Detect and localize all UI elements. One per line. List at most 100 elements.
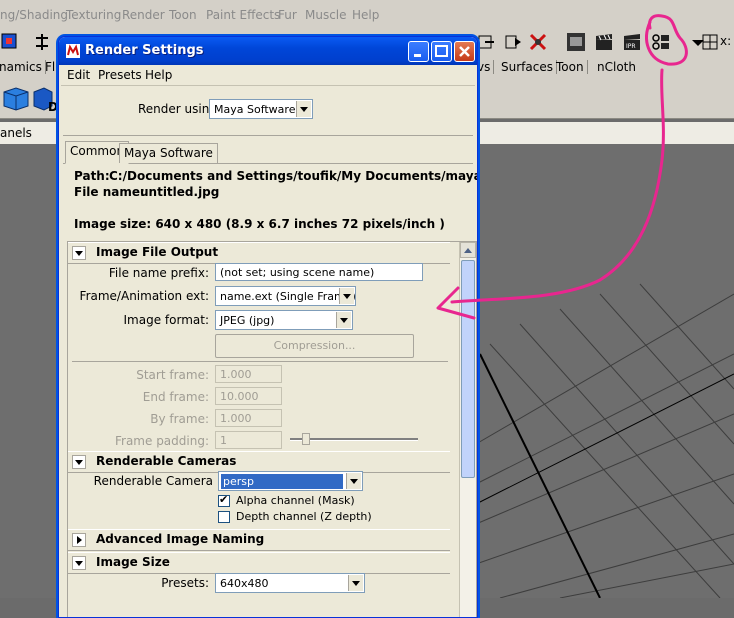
path-label: Path: — [74, 169, 110, 183]
depth-channel-label: Depth channel (Z depth) — [236, 510, 372, 523]
maya-app-icon — [66, 44, 80, 58]
shelf-cube-icon[interactable] — [0, 84, 32, 114]
shelf-tab-dynamics[interactable]: namics — [0, 60, 46, 74]
frame-animation-ext-select[interactable]: name.ext (Single Frame) — [215, 286, 356, 306]
file-name-value: untitled.jpg — [140, 185, 220, 199]
render-using-row: Render using: Maya Software — [63, 89, 473, 136]
section-title: Image Size — [96, 555, 170, 569]
menu-paint-effects[interactable]: Paint Effects — [206, 8, 280, 22]
menu-fur[interactable]: Fur — [278, 8, 297, 22]
coord-label: x: — [720, 34, 732, 48]
render-using-select[interactable]: Maya Software — [209, 99, 313, 119]
renderable-camera-label: Renderable Camera — [93, 474, 213, 488]
window-title: Render Settings — [85, 43, 204, 58]
presets-label: Presets: — [161, 576, 209, 590]
title-bar[interactable]: Render Settings — [59, 37, 477, 65]
frame-padding-label: Frame padding: — [114, 434, 209, 448]
slider-handle — [302, 433, 310, 445]
image-format-value: JPEG (jpg) — [220, 314, 275, 327]
end-frame-label: End frame: — [142, 390, 209, 404]
presets-value: 640x480 — [220, 577, 269, 590]
clapper-icon[interactable] — [594, 32, 614, 52]
vertical-scrollbar[interactable] — [459, 242, 476, 617]
render-stop-icon[interactable] — [528, 32, 548, 52]
image-format-select[interactable]: JPEG (jpg) — [215, 310, 353, 330]
ipr-render-icon[interactable]: IPR — [622, 32, 642, 52]
scroll-thumb[interactable] — [461, 260, 475, 478]
image-format-label: Image format: — [123, 313, 209, 327]
select-icon[interactable] — [0, 32, 20, 52]
output-info: Path: C:/Documents and Settings/toufik/M… — [63, 165, 477, 237]
presets-select[interactable]: 640x480 — [215, 573, 365, 593]
alpha-channel-label: Alpha channel (Mask) — [236, 494, 355, 507]
minimize-button[interactable] — [408, 41, 429, 62]
section-advanced-image-naming[interactable]: Advanced Image Naming — [68, 529, 450, 551]
by-frame-label: By frame: — [150, 412, 209, 426]
maximize-button[interactable] — [431, 41, 452, 62]
start-frame-label: Start frame: — [136, 368, 209, 382]
file-name-label: File name: — [74, 185, 145, 199]
chevron-down-icon — [296, 101, 311, 117]
frame-padding-input: 1 — [215, 431, 282, 449]
menu-presets[interactable]: Presets — [98, 68, 142, 82]
dialog-menubar: Edit Presets Help — [61, 65, 475, 86]
shelf-tab-toon[interactable]: Toon — [553, 60, 588, 74]
section-renderable-cameras[interactable]: Renderable Cameras — [68, 451, 450, 473]
menu-edit[interactable]: Edit — [67, 68, 90, 82]
svg-text:IPR: IPR — [626, 43, 636, 50]
settings-scroll-area[interactable]: Image File Output File name prefix: (not… — [67, 241, 477, 617]
start-frame-input: 1.000 — [215, 365, 282, 383]
panels-menu[interactable]: anels — [0, 126, 32, 140]
minimize-icon — [414, 54, 421, 57]
close-button[interactable] — [454, 41, 475, 62]
lasso-icon[interactable] — [32, 32, 52, 52]
render-settings-icon[interactable] — [650, 32, 670, 52]
menu-render[interactable]: Render — [122, 8, 165, 22]
collapse-triangle-icon[interactable] — [72, 246, 86, 260]
collapse-triangle-icon[interactable] — [72, 556, 86, 570]
renderable-camera-value: persp — [221, 474, 343, 489]
section-image-file-output[interactable]: Image File Output — [68, 242, 450, 264]
expand-triangle-icon[interactable] — [72, 533, 86, 547]
compression-button[interactable]: Compression... — [215, 334, 414, 358]
section-title: Renderable Cameras — [96, 454, 237, 468]
file-name-prefix-label: File name prefix: — [108, 266, 209, 280]
section-title: Advanced Image Naming — [96, 532, 265, 546]
menu-texturing[interactable]: Texturing — [66, 8, 121, 22]
file-name-prefix-input[interactable]: (not set; using scene name) — [215, 263, 423, 281]
frame-animation-ext-label: Frame/Animation ext: — [79, 289, 209, 303]
shelf-tab-surfaces[interactable]: Surfaces — [498, 60, 557, 74]
shelf-tab-ncloth[interactable]: nCloth — [594, 60, 639, 74]
divider — [72, 361, 448, 362]
chevron-down-icon — [336, 312, 351, 328]
menu-muscle[interactable]: Muscle — [305, 8, 347, 22]
section-title: Image File Output — [96, 245, 219, 259]
menu-shading[interactable]: ng/Shading — [0, 8, 68, 22]
shelf-tab-fluids[interactable]: Fl — [42, 60, 58, 74]
render-view-icon[interactable] — [566, 32, 586, 52]
chevron-down-icon — [348, 575, 363, 591]
tabs-row: Common Maya Software — [63, 141, 473, 164]
menu-toon[interactable]: Toon — [169, 8, 197, 22]
maximize-icon — [435, 45, 448, 57]
render-settings-window: Render Settings Edit Presets Help Render… — [58, 36, 478, 618]
render-region-icon[interactable] — [476, 32, 496, 52]
snap-icon[interactable] — [700, 32, 720, 52]
collapse-triangle-icon[interactable] — [72, 455, 86, 469]
section-image-size[interactable]: Image Size — [68, 552, 450, 574]
shelf-label: D — [48, 100, 58, 114]
tab-maya-software[interactable]: Maya Software — [119, 143, 218, 163]
render-frame-icon[interactable] — [503, 32, 523, 52]
menu-help[interactable]: Help — [352, 8, 379, 22]
chevron-down-icon — [346, 473, 361, 489]
by-frame-input: 1.000 — [215, 409, 282, 427]
depth-channel-checkbox[interactable] — [218, 511, 230, 523]
end-frame-input: 10.000 — [215, 387, 282, 405]
scroll-up-icon[interactable] — [460, 242, 476, 258]
renderable-camera-select[interactable]: persp — [218, 471, 363, 491]
maya-menubar: ng/Shading Texturing Render Toon Paint E… — [0, 0, 734, 31]
alpha-channel-checkbox[interactable] — [218, 493, 230, 507]
image-size-info: Image size: 640 x 480 (8.9 x 6.7 inches … — [74, 217, 445, 231]
chevron-down-icon — [339, 288, 354, 304]
menu-help[interactable]: Help — [145, 68, 172, 82]
